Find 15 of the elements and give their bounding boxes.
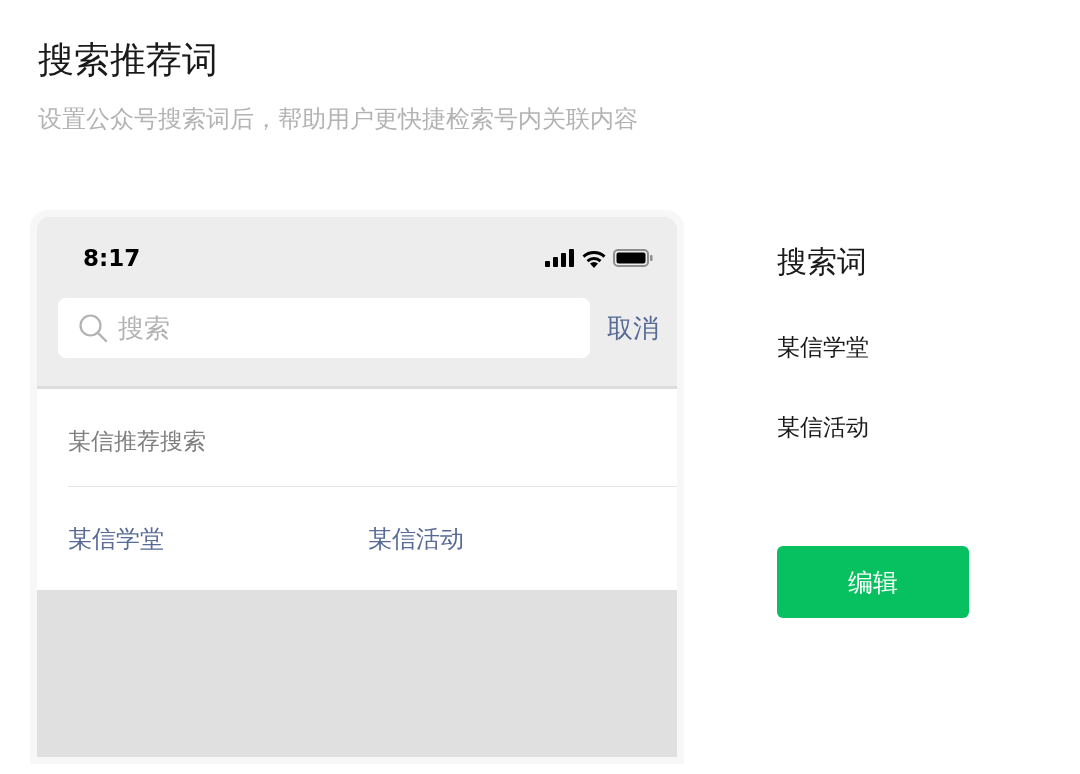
signal-icon [545, 249, 575, 267]
panel-title: 搜索词 [777, 243, 867, 281]
search-field[interactable]: 搜索 [58, 298, 590, 358]
page-title: 搜索推荐词 [38, 38, 219, 82]
cancel-link[interactable]: 取消 [607, 310, 659, 346]
page-subtitle: 设置公众号搜索词后，帮助用户更快捷检索号内关联内容 [38, 104, 639, 135]
search-icon [78, 313, 108, 343]
suggestion-link[interactable]: 某信学堂 [68, 522, 368, 555]
status-time: 8:17 [83, 245, 141, 271]
battery-icon [613, 249, 653, 267]
section-heading: 某信推荐搜索 [68, 389, 677, 487]
search-word: 某信学堂 [777, 333, 869, 362]
wifi-icon [581, 248, 607, 268]
search-word: 某信活动 [777, 413, 869, 442]
suggestion-link[interactable]: 某信活动 [368, 522, 668, 555]
